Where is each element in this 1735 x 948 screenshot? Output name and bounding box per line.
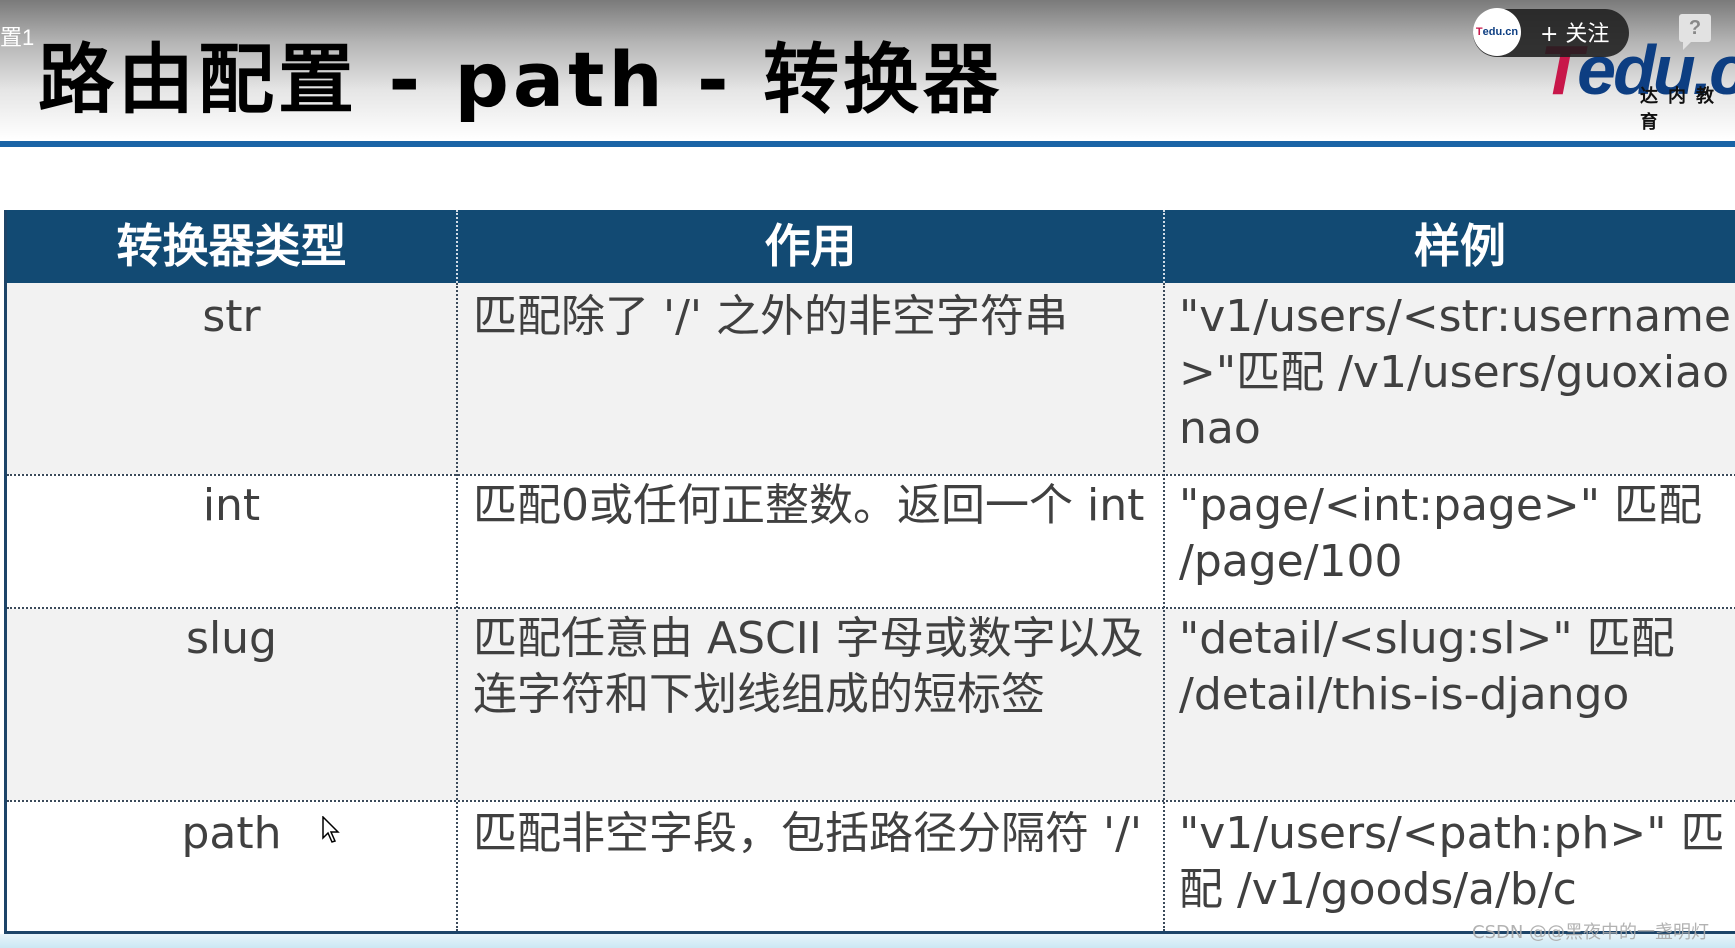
cell-type: int bbox=[202, 480, 261, 531]
column-header-type: 转换器类型 bbox=[116, 219, 347, 273]
column-header-purpose: 作用 bbox=[764, 219, 857, 273]
avatar-t: T bbox=[1475, 26, 1483, 38]
header-column-divider bbox=[456, 210, 458, 283]
cell-type: slug bbox=[186, 613, 277, 664]
table-row: slug 匹配任意由 ASCII 字母或数字以及连字符和下划线组成的短标签 "d… bbox=[7, 609, 1735, 800]
slide-title: 路由配置 - path - 转换器 bbox=[38, 35, 1004, 124]
cell-purpose: 匹配0或任何正整数。返回一个 int bbox=[473, 480, 1145, 531]
table-row: str 匹配除了 '/' 之外的非空字符串 "v1/users/<str:use… bbox=[7, 283, 1735, 474]
cell-type: path bbox=[181, 808, 282, 859]
cell-type: str bbox=[202, 291, 261, 342]
title-divider bbox=[0, 141, 1735, 147]
follow-label[interactable]: + 关注 bbox=[1540, 16, 1609, 48]
mouse-cursor-icon bbox=[322, 816, 340, 843]
logo-subtitle: 达内教育 bbox=[1640, 86, 1724, 133]
avatar-rest: edu.cn bbox=[1482, 26, 1519, 38]
column-divider bbox=[456, 283, 458, 931]
cell-purpose: 匹配除了 '/' 之外的非空字符串 bbox=[473, 291, 1068, 342]
cell-example: "page/<int:page>" 匹配 /page/100 bbox=[1179, 480, 1702, 587]
header-column-divider bbox=[1163, 210, 1165, 283]
table-header: 转换器类型 作用 样例 bbox=[7, 210, 1735, 283]
previous-slide-tab: 置1 bbox=[0, 25, 35, 50]
csdn-watermark: CSDN @@黑夜中的一盏明灯 bbox=[1472, 922, 1710, 943]
table-row: path 匹配非空字段，包括路径分隔符 '/' "v1/users/<path:… bbox=[7, 802, 1735, 931]
channel-avatar[interactable]: Tedu.cn bbox=[1473, 8, 1521, 56]
cell-example: "detail/<slug:sl>" 匹配 /detail/this-is-dj… bbox=[1179, 613, 1675, 720]
column-header-example: 样例 bbox=[1414, 219, 1506, 273]
help-icon[interactable]: ? bbox=[1679, 14, 1711, 50]
table-row: int 匹配0或任何正整数。返回一个 int "page/<int:page>"… bbox=[7, 476, 1735, 607]
converter-table: str 匹配除了 '/' 之外的非空字符串 "v1/users/<str:use… bbox=[4, 210, 1735, 934]
cell-purpose: 匹配任意由 ASCII 字母或数字以及连字符和下划线组成的短标签 bbox=[473, 613, 1144, 720]
column-divider bbox=[1163, 283, 1165, 931]
cell-purpose: 匹配非空字段，包括路径分隔符 '/' bbox=[473, 808, 1143, 859]
cell-example: "v1/users/<str:username>"匹配 /v1/users/gu… bbox=[1179, 291, 1731, 454]
cell-example: "v1/users/<path:ph>" 匹配 /v1/goods/a/b/c bbox=[1179, 808, 1725, 915]
